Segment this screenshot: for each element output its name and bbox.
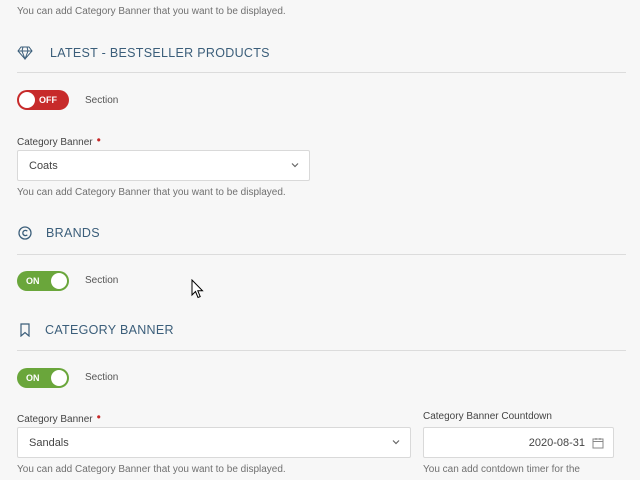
latest-section-toggle[interactable]: OFF [17, 90, 69, 110]
section-title-text: CATEGORY BANNER [45, 323, 174, 337]
toggle-knob [51, 273, 67, 289]
toggle-state-label: ON [26, 373, 40, 383]
top-help-text: You can add Category Banner that you wan… [17, 6, 286, 17]
category-banner-section-toggle[interactable]: ON [17, 368, 69, 388]
field-label-category-banner: Category Banner • [17, 133, 101, 148]
section-title-brands: BRANDS [17, 225, 100, 241]
help-text: You can add Category Banner that you wan… [17, 464, 286, 475]
category-banner-select[interactable]: Sandals [17, 427, 411, 458]
help-text: You can add Category Banner that you wan… [17, 187, 286, 198]
copyright-icon [17, 225, 33, 241]
date-value: 2020-08-31 [528, 436, 585, 449]
divider [17, 72, 626, 73]
toggle-knob [51, 370, 67, 386]
diamond-icon [17, 45, 33, 61]
select-value: Sandals [29, 436, 69, 449]
toggle-caption: Section [85, 95, 119, 106]
toggle-caption: Section [85, 372, 119, 383]
toggle-knob [19, 92, 35, 108]
countdown-help-text: You can add contdown timer for the [423, 464, 580, 475]
section-title-text: BRANDS [46, 226, 100, 240]
chevron-down-icon [392, 437, 400, 449]
toggle-state-label: OFF [39, 95, 57, 105]
required-mark: • [96, 133, 101, 147]
chevron-down-icon [291, 160, 299, 172]
divider [17, 254, 626, 255]
mouse-cursor-icon [191, 278, 204, 304]
toggle-caption: Section [85, 275, 119, 286]
field-label-countdown: Category Banner Countdown [423, 411, 552, 422]
select-value: Coats [29, 159, 58, 172]
section-title-category-banner: CATEGORY BANNER [17, 322, 174, 338]
bookmark-icon [17, 322, 33, 338]
countdown-date-input[interactable]: 2020-08-31 [423, 427, 614, 458]
required-mark: • [96, 410, 101, 424]
section-title-text: LATEST - BESTSELLER PRODUCTS [50, 46, 270, 60]
field-label-category-banner: Category Banner • [17, 410, 101, 425]
section-title-latest-bestseller: LATEST - BESTSELLER PRODUCTS [17, 45, 270, 61]
divider [17, 350, 626, 351]
category-banner-select[interactable]: Coats [17, 150, 310, 181]
calendar-icon[interactable] [592, 437, 604, 452]
toggle-state-label: ON [26, 276, 40, 286]
brands-section-toggle[interactable]: ON [17, 271, 69, 291]
